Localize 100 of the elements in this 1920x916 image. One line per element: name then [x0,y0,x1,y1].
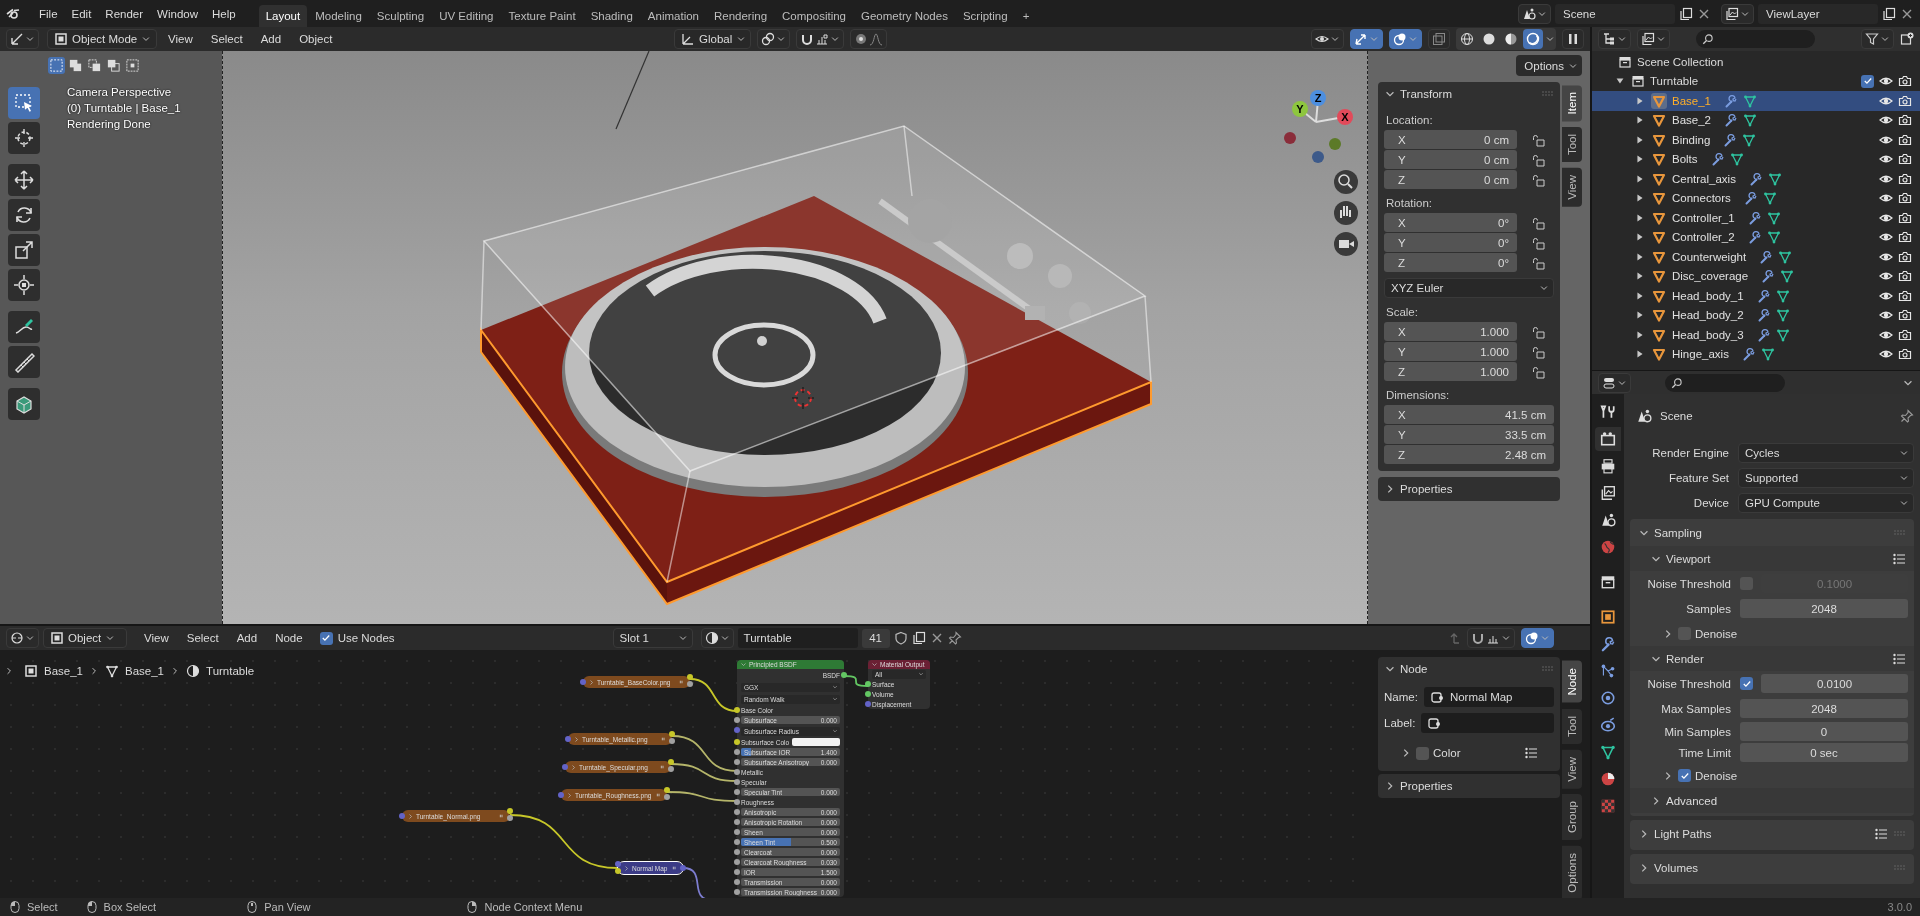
menu-item[interactable]: Edit [64,2,99,25]
panel-header[interactable]: Properties [1378,477,1560,501]
menu-item[interactable]: Select [203,28,250,50]
navigation-gizmo[interactable]: X Y Z [1284,90,1353,163]
sidebar-tab[interactable]: Item [1562,85,1582,122]
scene-field[interactable]: Scene [1555,3,1675,24]
material-name-field[interactable]: Turntable [737,628,858,648]
number-field[interactable]: 0 [1740,722,1908,741]
dropdown[interactable]: GPU Compute [1738,492,1914,513]
workspace-tab[interactable]: Texture Paint [501,5,583,27]
outliner-item[interactable]: Counterweight [1592,247,1920,267]
options-button[interactable]: Options [1516,55,1582,76]
add-workspace-button[interactable]: + [1015,5,1037,27]
outliner-item[interactable]: Central_axis [1592,169,1920,189]
number-field[interactable]: X 41.5 cm [1384,405,1554,424]
panel-header[interactable]: Sampling [1630,519,1914,546]
dropdown[interactable]: Cycles [1738,442,1914,463]
field-label: Feature Set [1667,471,1730,484]
workspace-tab[interactable]: Layout [258,5,308,27]
view-layer-field[interactable]: ViewLayer [1758,3,1878,24]
menu-item[interactable]: File [32,2,65,25]
outliner-item[interactable]: Head_body_3 [1592,325,1920,345]
outliner-item[interactable]: Disc_coverage [1592,266,1920,286]
number-field[interactable]: 0.0100 [1761,674,1908,693]
sidebar-tab[interactable]: Tool [1562,127,1582,163]
panel-header[interactable]: Light Paths [1630,820,1914,847]
breadcrumb-item[interactable]: Base_1 [44,665,83,677]
outliner-item[interactable]: Bolts [1592,149,1920,169]
menu-item[interactable]: Add [229,627,265,649]
number-field[interactable]: X 1.000 [1384,322,1517,341]
object-name: Controller_1 [1672,211,1735,224]
panel-header[interactable]: Transform [1384,82,1554,106]
dropdown[interactable]: Supported [1738,467,1914,488]
number-field[interactable]: Z 0° [1384,253,1517,272]
workspace-tab[interactable]: Rendering [707,5,775,27]
menu-item[interactable]: Select [179,627,226,649]
shader-type-dropdown[interactable]: Object [43,628,127,648]
number-field[interactable]: 2048 [1740,699,1908,718]
number-field[interactable]: 2048 [1740,599,1908,618]
menu-item[interactable]: View [137,627,176,649]
field-label: Max Samples [1660,702,1732,715]
number-field[interactable]: 0 sec [1740,743,1908,762]
slot-dropdown[interactable]: Slot 1 [612,628,693,648]
workspace-tab[interactable]: Animation [640,5,706,27]
panel-header[interactable]: Advanced [1630,788,1914,813]
rotation-mode-dropdown[interactable]: XYZ Euler [1384,278,1554,298]
menu-item[interactable]: Render [98,2,151,25]
number-field[interactable]: Z 0 cm [1384,170,1517,189]
panel-header[interactable]: Viewport [1630,546,1914,571]
sidebar-tab[interactable]: Tool [1562,708,1582,744]
outliner-item[interactable]: Head_body_1 [1592,286,1920,306]
menu-item[interactable]: Add [253,28,289,50]
outliner-item[interactable]: Connectors [1592,188,1920,208]
workspace-tab[interactable]: Scripting [955,5,1015,27]
panel-header[interactable]: Volumes [1630,854,1914,881]
panel-header[interactable]: Denoise [1630,621,1914,646]
menu-item[interactable]: Help [205,2,243,25]
outliner-item[interactable]: Hinge_axis [1592,344,1920,364]
sidebar-tab[interactable]: View [1562,168,1582,208]
outliner-item[interactable]: Binding [1592,130,1920,150]
menu-item[interactable]: Object [292,28,340,50]
sidebar-tab[interactable]: View [1562,749,1582,789]
breadcrumb-item[interactable]: Turntable [206,665,255,677]
orientation-dropdown[interactable]: Global [674,29,752,49]
number-field[interactable]: X 0 cm [1384,130,1517,149]
workspace-tab[interactable]: Shading [583,5,640,27]
number-field[interactable]: Z 2.48 cm [1384,445,1554,464]
field-label: Noise Threshold [1646,677,1732,690]
name-field[interactable]: Normal Map [1423,687,1554,707]
outliner-item[interactable]: Controller_2 [1592,227,1920,247]
workspace-tab[interactable]: Sculpting [369,5,432,27]
sidebar-tab[interactable]: Options [1562,846,1582,898]
number-field[interactable]: X 0° [1384,213,1517,232]
panel-header[interactable]: Color [1384,741,1554,765]
menu-item[interactable]: Node [268,627,310,649]
outliner-item[interactable]: Base_1 [1592,91,1920,111]
outliner-item[interactable]: Base_2 [1592,110,1920,130]
menu-item[interactable]: Window [150,2,205,25]
workspace-tab[interactable]: Modeling [308,5,369,27]
number-field[interactable]: Y 1.000 [1384,342,1517,361]
number-field[interactable]: Y 0° [1384,233,1517,252]
sidebar-tab[interactable]: Group [1562,794,1582,841]
user-count-field[interactable]: 41 [861,628,890,648]
menu-item[interactable]: View [161,28,200,50]
panel-header[interactable]: Render [1630,646,1914,671]
workspace-tab[interactable]: UV Editing [432,5,501,27]
workspace-tab[interactable]: Compositing [775,5,853,27]
outliner-item[interactable]: Controller_1 [1592,208,1920,228]
mode-dropdown[interactable]: Object Mode [47,29,157,49]
outliner-item[interactable]: Head_body_2 [1592,305,1920,325]
field-label: Noise Threshold [1646,577,1732,590]
workspace-tab[interactable]: Geometry Nodes [854,5,955,27]
panel-header[interactable]: Properties [1378,774,1560,798]
number-field[interactable]: Y 0 cm [1384,150,1517,169]
breadcrumb-item[interactable]: Base_1 [125,665,165,677]
panel-header[interactable]: Denoise [1630,763,1914,788]
panel-header[interactable]: Node [1384,657,1554,681]
sidebar-tab[interactable]: Node [1562,661,1582,703]
number-field[interactable]: Y 33.5 cm [1384,425,1554,444]
number-field[interactable]: Z 1.000 [1384,362,1517,381]
